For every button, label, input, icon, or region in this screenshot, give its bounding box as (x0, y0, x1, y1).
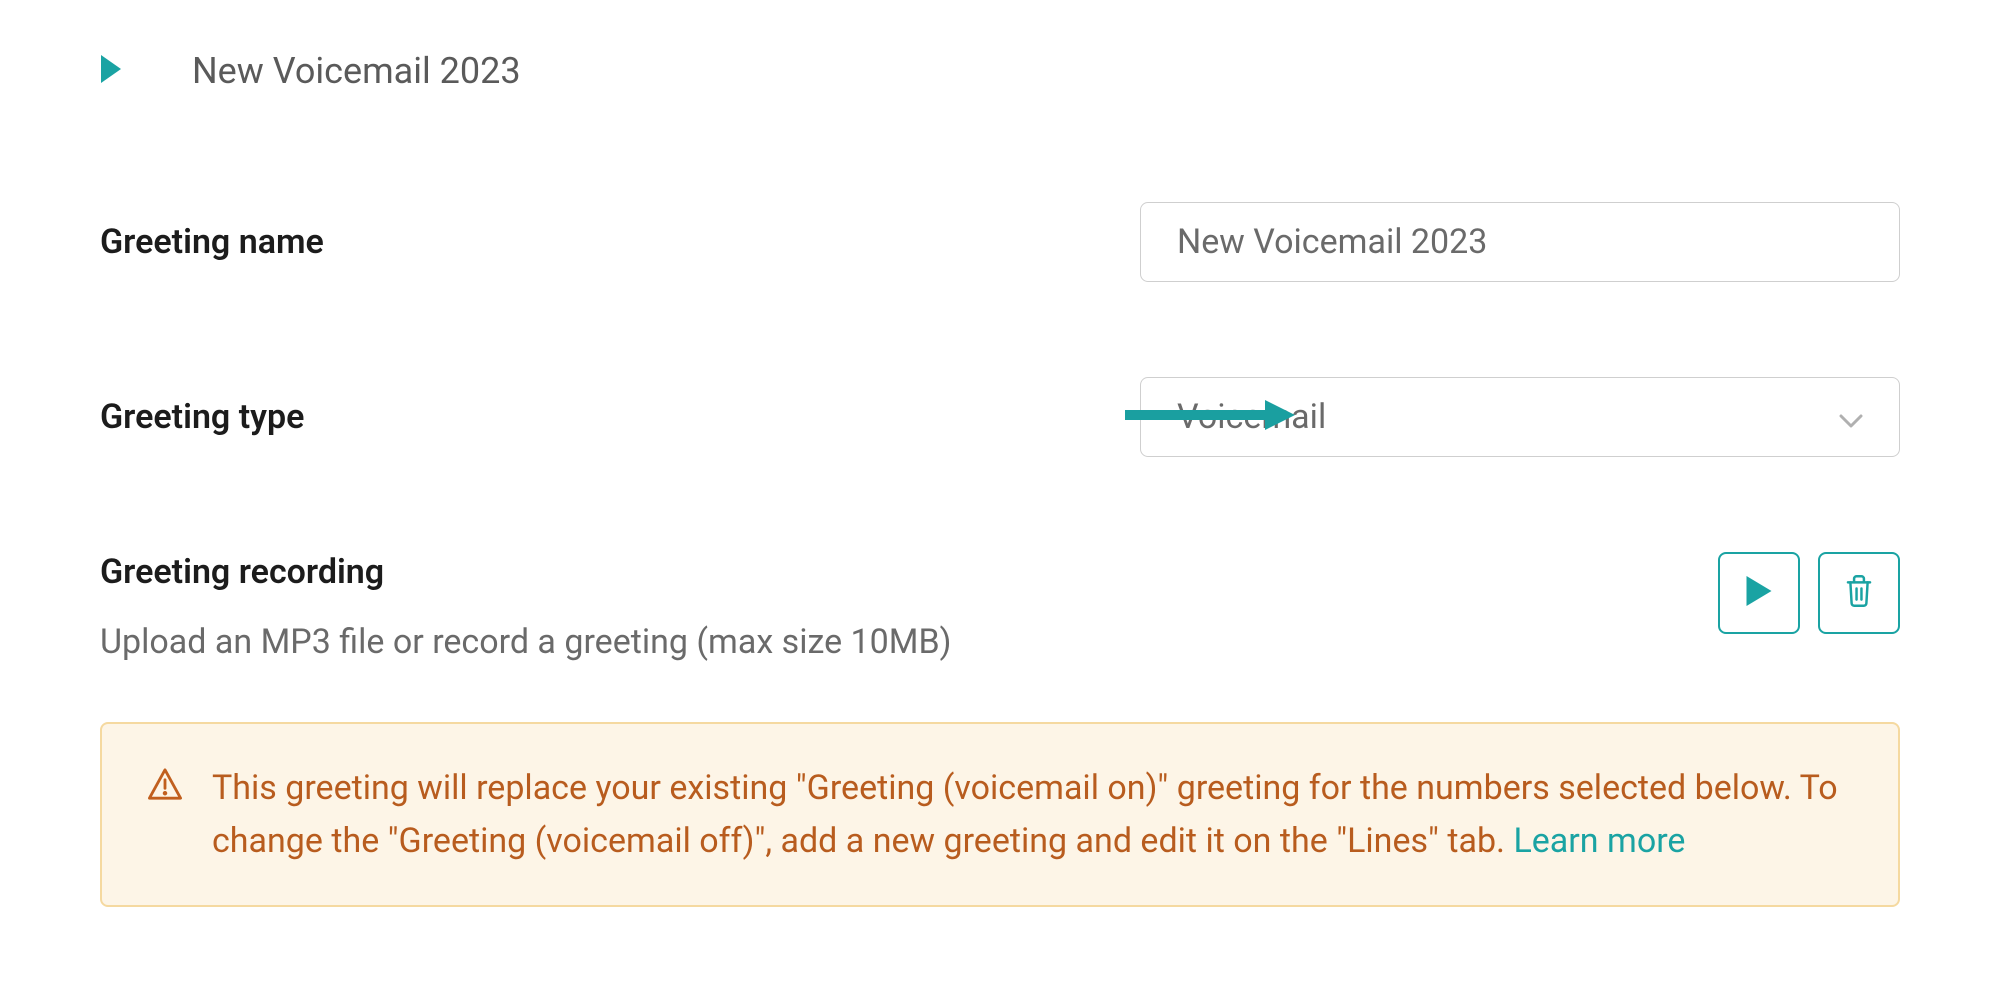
chevron-down-icon (1839, 397, 1863, 437)
warning-icon (148, 768, 182, 804)
greeting-recording-row: Greeting recording Upload an MP3 file or… (100, 552, 1900, 662)
expand-icon[interactable] (100, 55, 122, 87)
panel-header: New Voicemail 2023 (100, 50, 1900, 92)
play-recording-button[interactable] (1718, 552, 1800, 634)
callout-arrow-icon (1125, 398, 1295, 436)
greeting-name-label: Greeting name (100, 222, 324, 262)
greeting-name-input[interactable] (1140, 202, 1900, 282)
warning-text: This greeting will replace your existing… (212, 762, 1852, 867)
learn-more-link[interactable]: Learn more (1513, 821, 1685, 861)
greeting-recording-label: Greeting recording (100, 552, 951, 592)
greeting-settings-panel: New Voicemail 2023 Greeting name Greetin… (0, 0, 2000, 907)
greeting-recording-actions (1718, 552, 1900, 634)
delete-recording-button[interactable] (1818, 552, 1900, 634)
greeting-name-row: Greeting name (100, 202, 1900, 282)
play-icon (1746, 576, 1772, 610)
greeting-recording-hint: Upload an MP3 file or record a greeting … (100, 622, 951, 662)
greeting-type-row: Greeting type Voicemail (100, 377, 1900, 457)
warning-alert: This greeting will replace your existing… (100, 722, 1900, 907)
page-title: New Voicemail 2023 (192, 50, 521, 92)
greeting-type-label: Greeting type (100, 397, 304, 437)
trash-icon (1844, 575, 1874, 611)
greeting-recording-text: Greeting recording Upload an MP3 file or… (100, 552, 951, 662)
